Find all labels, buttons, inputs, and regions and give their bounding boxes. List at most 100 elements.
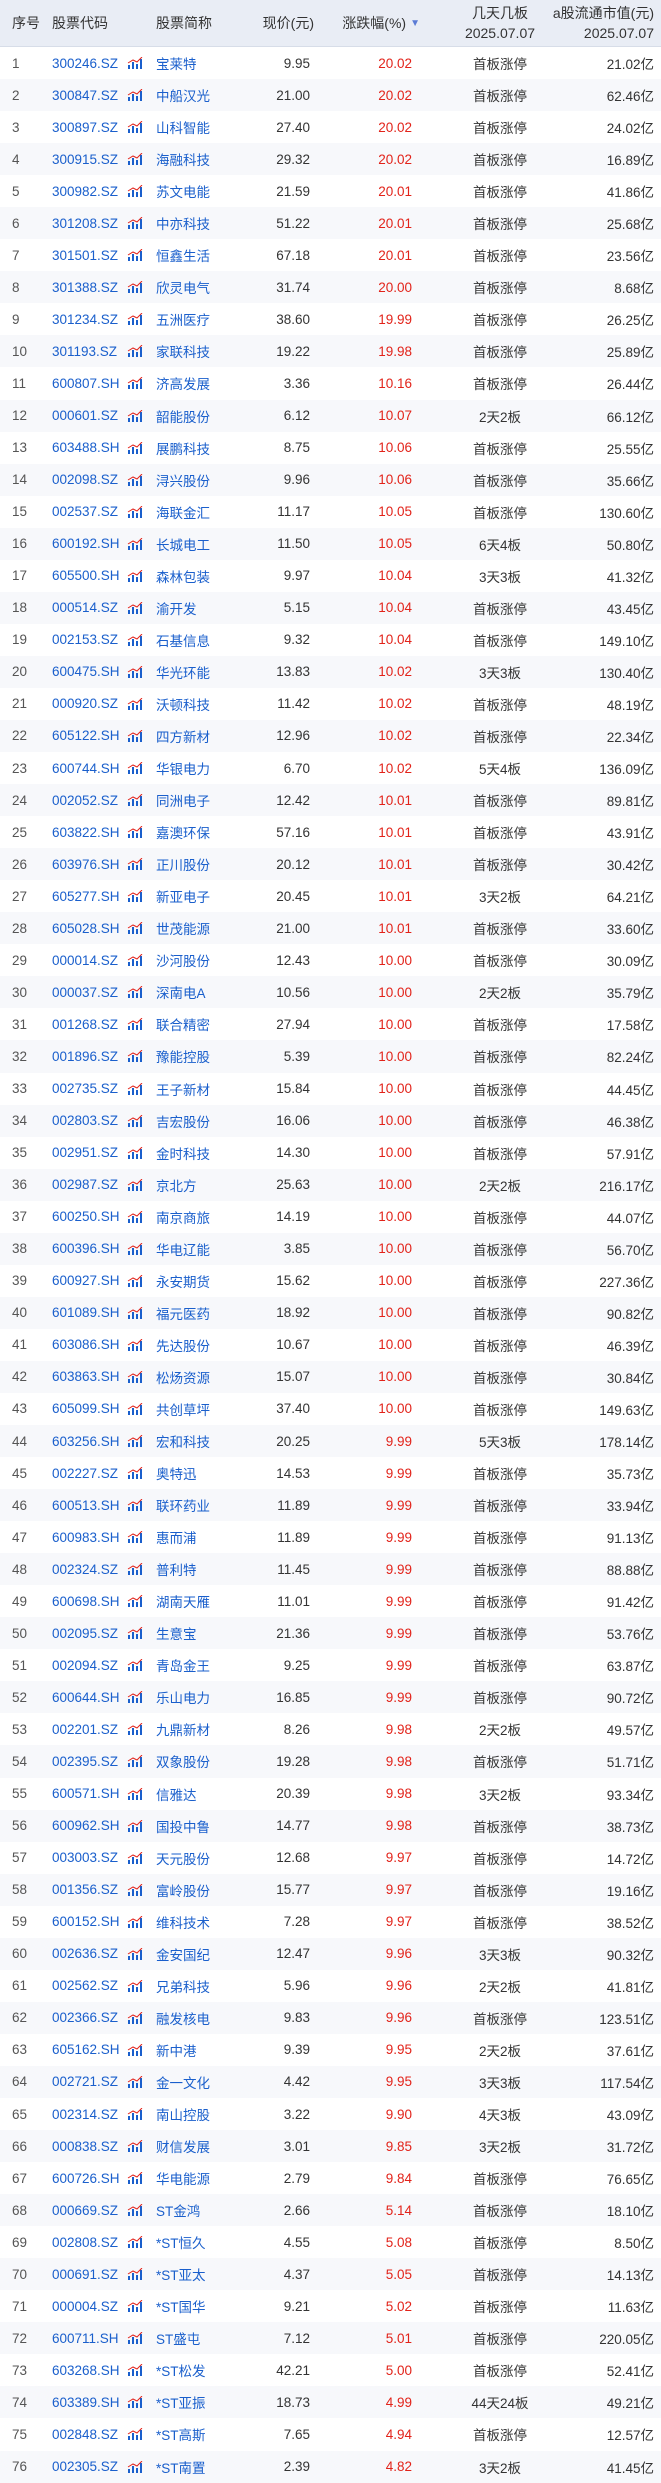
table-row[interactable]: 72 600711.SH ST盛屯 7.12 5.01 首板涨停 220.05亿	[0, 2322, 661, 2355]
mini-chart-icon[interactable]	[127, 1265, 145, 1297]
table-row[interactable]: 65 002314.SZ 南山控股 3.22 9.90 4天3板 43.09亿	[0, 2098, 661, 2130]
stock-name-link[interactable]: 华电辽能	[156, 1233, 256, 1265]
table-row[interactable]: 32 001896.SZ 豫能控股 5.39 10.00 首板涨停 82.24亿	[0, 1040, 661, 1073]
mini-chart-icon[interactable]	[127, 1105, 145, 1137]
table-row[interactable]: 34 002803.SZ 吉宏股份 16.06 10.00 首板涨停 46.38亿	[0, 1104, 661, 1137]
stock-name-link[interactable]: 九鼎新材	[156, 1713, 256, 1745]
stock-name-link[interactable]: 渝开发	[156, 592, 256, 624]
table-row[interactable]: 60 002636.SZ 金安国纪 12.47 9.96 3天3板 90.32亿	[0, 1937, 661, 1970]
stock-name-link[interactable]: 家联科技	[156, 335, 256, 367]
stock-name-link[interactable]: 松炀资源	[156, 1361, 256, 1393]
stock-name-link[interactable]: 森林包装	[156, 560, 256, 592]
mini-chart-icon[interactable]	[127, 2354, 145, 2386]
stock-name-link[interactable]: 吉宏股份	[156, 1105, 256, 1137]
stock-name-link[interactable]: 国投中鲁	[156, 1810, 256, 1842]
stock-name-link[interactable]: 金一文化	[156, 2066, 256, 2098]
table-row[interactable]: 45 002227.SZ 奥特迅 14.53 9.99 首板涨停 35.73亿	[0, 1457, 661, 1489]
stock-name-link[interactable]: *ST国华	[156, 2290, 256, 2322]
mini-chart-icon[interactable]	[127, 1810, 145, 1842]
stock-name-link[interactable]: 宏和科技	[156, 1425, 256, 1457]
table-row[interactable]: 68 000669.SZ ST金鸿 2.66 5.14 首板涨停 18.10亿	[0, 2194, 661, 2227]
mini-chart-icon[interactable]	[127, 1297, 145, 1329]
stock-name-link[interactable]: 兄弟科技	[156, 1970, 256, 2002]
mini-chart-icon[interactable]	[127, 1361, 145, 1393]
stock-name-link[interactable]: 生意宝	[156, 1617, 256, 1649]
table-row[interactable]: 28 605028.SH 世茂能源 21.00 10.01 首板涨停 33.60亿	[0, 912, 661, 945]
mini-chart-icon[interactable]	[127, 1649, 145, 1681]
stock-name-link[interactable]: 金安国纪	[156, 1938, 256, 1970]
header-market-cap[interactable]: a股流通市值(元) 2025.07.07	[540, 0, 654, 46]
stock-name-link[interactable]: 同洲电子	[156, 784, 256, 816]
mini-chart-icon[interactable]	[127, 784, 145, 816]
mini-chart-icon[interactable]	[127, 1393, 145, 1425]
table-row[interactable]: 44 603256.SH 宏和科技 20.25 9.99 5天3板 178.14亿	[0, 1425, 661, 1458]
mini-chart-icon[interactable]	[127, 400, 145, 432]
header-price[interactable]: 现价(元)	[240, 0, 314, 46]
table-row[interactable]: 42 603863.SH 松炀资源 15.07 10.00 首板涨停 30.84亿	[0, 1360, 661, 1393]
header-stock-code[interactable]: 股票代码	[52, 0, 142, 46]
mini-chart-icon[interactable]	[127, 880, 145, 912]
table-row[interactable]: 55 600571.SH 信雅达 20.39 9.98 3天2板 93.34亿	[0, 1778, 661, 1810]
mini-chart-icon[interactable]	[127, 2194, 145, 2226]
stock-name-link[interactable]: 正川股份	[156, 848, 256, 880]
table-row[interactable]: 7 301501.SZ 恒鑫生活 67.18 20.01 首板涨停 23.56亿	[0, 239, 661, 271]
table-row[interactable]: 26 603976.SH 正川股份 20.12 10.01 首板涨停 30.42亿	[0, 848, 661, 881]
table-row[interactable]: 36 002987.SZ 京北方 25.63 10.00 2天2板 216.17亿	[0, 1168, 661, 1201]
mini-chart-icon[interactable]	[127, 2418, 145, 2450]
mini-chart-icon[interactable]	[127, 1745, 145, 1777]
table-row[interactable]: 23 600744.SH 华银电力 6.70 10.02 5天4板 136.09亿	[0, 752, 661, 784]
stock-name-link[interactable]: 山科智能	[156, 111, 256, 143]
stock-name-link[interactable]: 苏文电能	[156, 175, 256, 207]
mini-chart-icon[interactable]	[127, 1201, 145, 1233]
mini-chart-icon[interactable]	[127, 1874, 145, 1906]
table-row[interactable]: 2 300847.SZ 中船汉光 21.00 20.02 首板涨停 62.46亿	[0, 79, 661, 112]
mini-chart-icon[interactable]	[127, 976, 145, 1008]
stock-name-link[interactable]: 财信发展	[156, 2130, 256, 2162]
stock-name-link[interactable]: 信雅达	[156, 1778, 256, 1810]
table-row[interactable]: 30 000037.SZ 深南电A 10.56 10.00 2天2板 35.79亿	[0, 976, 661, 1009]
mini-chart-icon[interactable]	[127, 848, 145, 880]
table-row[interactable]: 6 301208.SZ 中亦科技 51.22 20.01 首板涨停 25.68亿	[0, 207, 661, 240]
mini-chart-icon[interactable]	[127, 2162, 145, 2194]
stock-name-link[interactable]: *ST南置	[156, 2451, 256, 2483]
table-row[interactable]: 20 600475.SH 华光环能 13.83 10.02 3天3板 130.40亿	[0, 655, 661, 688]
mini-chart-icon[interactable]	[127, 944, 145, 976]
mini-chart-icon[interactable]	[127, 432, 145, 464]
mini-chart-icon[interactable]	[127, 271, 145, 303]
table-row[interactable]: 69 002808.SZ *ST恒久 4.55 5.08 首板涨停 8.50亿	[0, 2226, 661, 2258]
mini-chart-icon[interactable]	[127, 1137, 145, 1169]
table-row[interactable]: 19 002153.SZ 石基信息 9.32 10.04 首板涨停 149.10亿	[0, 624, 661, 656]
stock-name-link[interactable]: 联合精密	[156, 1008, 256, 1040]
table-row[interactable]: 12 000601.SZ 韶能股份 6.12 10.07 2天2板 66.12亿	[0, 399, 661, 432]
mini-chart-icon[interactable]	[127, 1778, 145, 1810]
stock-name-link[interactable]: 中亦科技	[156, 207, 256, 239]
stock-name-link[interactable]: 中船汉光	[156, 79, 256, 111]
table-row[interactable]: 13 603488.SH 展鹏科技 8.75 10.06 首板涨停 25.55亿	[0, 432, 661, 464]
mini-chart-icon[interactable]	[127, 816, 145, 848]
mini-chart-icon[interactable]	[127, 1073, 145, 1105]
stock-name-link[interactable]: 双象股份	[156, 1745, 256, 1777]
mini-chart-icon[interactable]	[127, 2034, 145, 2066]
stock-name-link[interactable]: 沙河股份	[156, 944, 256, 976]
mini-chart-icon[interactable]	[127, 592, 145, 624]
stock-name-link[interactable]: 融发核电	[156, 2002, 256, 2034]
mini-chart-icon[interactable]	[127, 2322, 145, 2354]
mini-chart-icon[interactable]	[127, 79, 145, 111]
mini-chart-icon[interactable]	[127, 624, 145, 656]
mini-chart-icon[interactable]	[127, 1521, 145, 1553]
stock-name-link[interactable]: 普利特	[156, 1553, 256, 1585]
table-row[interactable]: 5 300982.SZ 苏文电能 21.59 20.01 首板涨停 41.86亿	[0, 175, 661, 207]
mini-chart-icon[interactable]	[127, 47, 145, 79]
table-row[interactable]: 49 600698.SH 湖南天雁 11.01 9.99 首板涨停 91.42亿	[0, 1585, 661, 1617]
mini-chart-icon[interactable]	[127, 560, 145, 592]
stock-name-link[interactable]: 华光环能	[156, 656, 256, 688]
stock-name-link[interactable]: 济高发展	[156, 367, 256, 399]
mini-chart-icon[interactable]	[127, 1970, 145, 2002]
stock-name-link[interactable]: 共创草坪	[156, 1393, 256, 1425]
table-row[interactable]: 51 002094.SZ 青岛金王 9.25 9.99 首板涨停 63.87亿	[0, 1649, 661, 1681]
mini-chart-icon[interactable]	[127, 1553, 145, 1585]
table-row[interactable]: 62 002366.SZ 融发核电 9.83 9.96 首板涨停 123.51亿	[0, 2001, 661, 2034]
mini-chart-icon[interactable]	[127, 1425, 145, 1457]
table-row[interactable]: 3 300897.SZ 山科智能 27.40 20.02 首板涨停 24.02亿	[0, 111, 661, 143]
mini-chart-icon[interactable]	[127, 143, 145, 175]
